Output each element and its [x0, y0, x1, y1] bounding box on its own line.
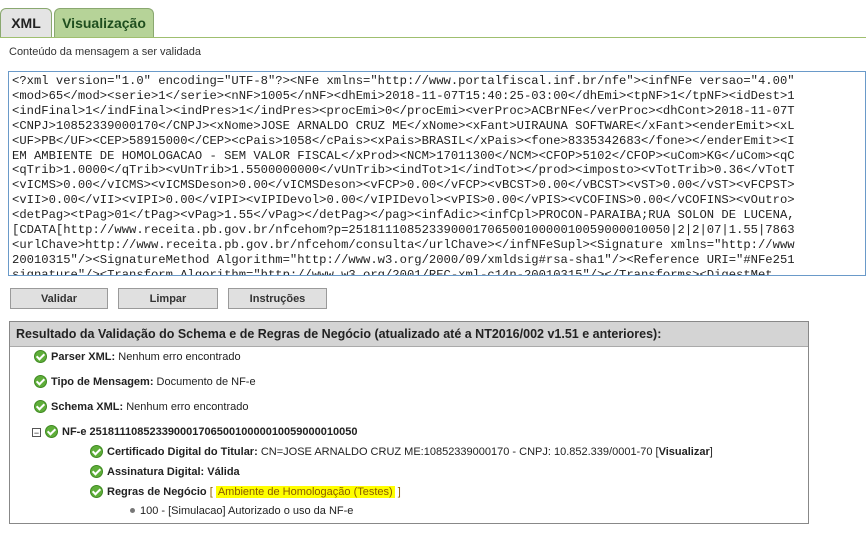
cert-value: CN=JOSE ARNALDO CRUZ ME:10852339000170 -…: [260, 446, 659, 458]
xml-line: <mod>65</mod><serie>1</serie><nNF>1005</…: [12, 88, 795, 103]
xml-line: <vII>0.00</vII><vIPI>0.00</vIPI><vIPIDev…: [12, 193, 795, 208]
tab-visualizacao[interactable]: Visualização: [54, 8, 154, 37]
tab-bar: XML Visualização: [0, 0, 866, 38]
check-icon: [45, 425, 58, 438]
xml-line: <vICMS>0.00</vICMS><vICMSDeson>0.00</vIC…: [12, 178, 795, 193]
xml-line: signature"/><Transform Algorithm="http:/…: [12, 267, 773, 276]
result-header: Resultado da Validação do Schema e de Re…: [10, 322, 808, 347]
validar-button[interactable]: Validar: [10, 288, 108, 309]
parser-value: Nenhum erro encontrado: [118, 351, 241, 363]
xml-editor[interactable]: <?xml version="1.0" encoding="UTF-8"?><N…: [8, 71, 866, 276]
bullet-icon: [130, 508, 135, 513]
check-icon: [90, 485, 103, 498]
check-icon: [90, 445, 103, 458]
limpar-button[interactable]: Limpar: [118, 288, 218, 309]
assinatura-row: Assinatura Digital: Válida: [90, 465, 240, 478]
xml-line: <qTrib>1.0000</qTrib><vUnTrib>1.55000000…: [12, 163, 795, 178]
xml-line: <urlChave>http://www.receita.pb.gov.br/n…: [12, 237, 795, 252]
status-message: 100 - [Simulacao] Autorizado o uso da NF…: [140, 505, 354, 517]
xml-line: 20010315"/><SignatureMethod Algorithm="h…: [12, 252, 795, 267]
editor-caption: Conteúdo da mensagem a ser validada: [9, 46, 202, 58]
xml-line: <UF>PB</UF><CEP>58915000</CEP><cPais>105…: [12, 133, 795, 148]
assinatura-value: Válida: [207, 466, 240, 478]
regras-row: Regras de Negócio [ Ambiente de Homologa…: [90, 485, 401, 498]
check-icon: [34, 375, 47, 388]
assinatura-label: Assinatura Digital:: [107, 466, 205, 478]
collapse-toggle[interactable]: −: [32, 428, 41, 438]
nfe-row: − NF-e 2518111085233900017065001000001005…: [32, 425, 357, 438]
xml-line: <CNPJ>10852339000170</CNPJ><xNome>JOSE A…: [12, 118, 795, 133]
tipo-value: Documento de NF-e: [156, 376, 256, 388]
schema-row: Schema XML: Nenhum erro encontrado: [34, 400, 249, 413]
xml-line: <?xml version="1.0" encoding="UTF-8"?><N…: [12, 74, 795, 88]
check-icon: [34, 400, 47, 413]
instrucoes-button[interactable]: Instruções: [228, 288, 327, 309]
cert-close: ]: [709, 446, 713, 458]
regras-close: ]: [397, 486, 401, 498]
schema-value: Nenhum erro encontrado: [126, 401, 249, 413]
xml-line: <indFinal>1</indFinal><indPres>1</indPre…: [12, 103, 795, 118]
regras-open: [: [209, 486, 213, 498]
tipo-row: Tipo de Mensagem: Documento de NF-e: [34, 375, 256, 388]
schema-label: Schema XML:: [51, 401, 124, 413]
check-icon: [34, 350, 47, 363]
parser-label: Parser XML:: [51, 351, 116, 363]
regras-label: Regras de Negócio: [107, 486, 207, 498]
check-icon: [90, 465, 103, 478]
cert-label: Certificado Digital do Titular:: [107, 446, 258, 458]
visualizar-link[interactable]: Visualizar: [659, 446, 710, 458]
validation-result-panel: Resultado da Validação do Schema e de Re…: [9, 321, 809, 524]
cert-row: Certificado Digital do Titular: CN=JOSE …: [90, 445, 713, 458]
xml-line: EM AMBIENTE DE HOMOLOGACAO - SEM VALOR F…: [12, 148, 795, 163]
parser-row: Parser XML: Nenhum erro encontrado: [34, 350, 241, 363]
status-message-row: 100 - [Simulacao] Autorizado o uso da NF…: [130, 505, 353, 517]
xml-content[interactable]: <?xml version="1.0" encoding="UTF-8"?><N…: [9, 72, 865, 276]
xml-line: [CDATA[http://www.receita.pb.gov.br/nfce…: [12, 223, 795, 238]
tab-xml[interactable]: XML: [0, 8, 52, 37]
homologacao-badge: Ambiente de Homologação (Testes): [215, 486, 395, 498]
nfe-label: NF-e 25181110852339000170650010000010059…: [62, 426, 358, 438]
tipo-label: Tipo de Mensagem:: [51, 376, 154, 388]
xml-line: <detPag><tPag>01</tPag><vPag>1.55</vPag>…: [12, 208, 795, 223]
